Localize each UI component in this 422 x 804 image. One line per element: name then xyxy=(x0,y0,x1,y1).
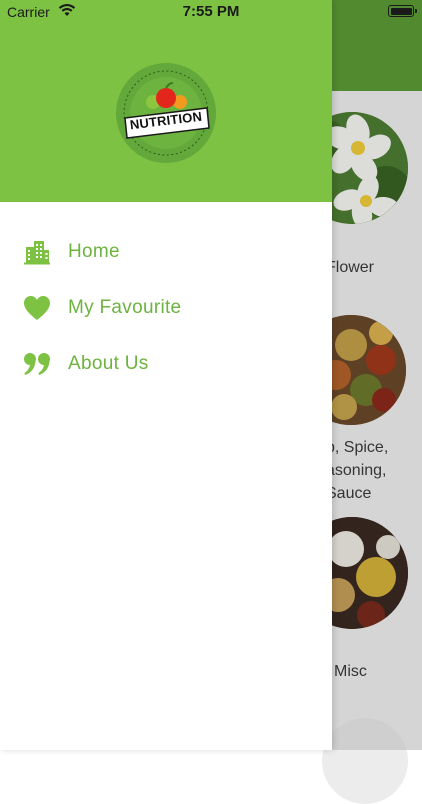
nutrition-logo: NUTRITION xyxy=(115,62,217,164)
menu-label-home: Home xyxy=(68,241,120,262)
status-bar: Carrier 7:55 PM xyxy=(0,0,422,24)
heart-icon xyxy=(22,293,52,323)
menu-label-about-us: About Us xyxy=(68,353,149,374)
drawer-menu: Home My Favourite About Us xyxy=(0,224,332,392)
drawer-scrim[interactable] xyxy=(332,0,422,750)
status-time: 7:55 PM xyxy=(182,3,240,20)
building-icon xyxy=(22,237,52,267)
menu-item-my-favourite[interactable]: My Favourite xyxy=(0,280,332,336)
battery-icon xyxy=(388,5,417,17)
menu-label-my-favourite: My Favourite xyxy=(68,297,182,318)
menu-item-about-us[interactable]: About Us xyxy=(0,336,332,392)
navigation-drawer: NUTRITION Home My Favourite About Us xyxy=(0,0,332,750)
menu-item-home[interactable]: Home xyxy=(0,224,332,280)
quote-icon xyxy=(22,349,52,379)
drawer-header: NUTRITION xyxy=(0,0,332,202)
